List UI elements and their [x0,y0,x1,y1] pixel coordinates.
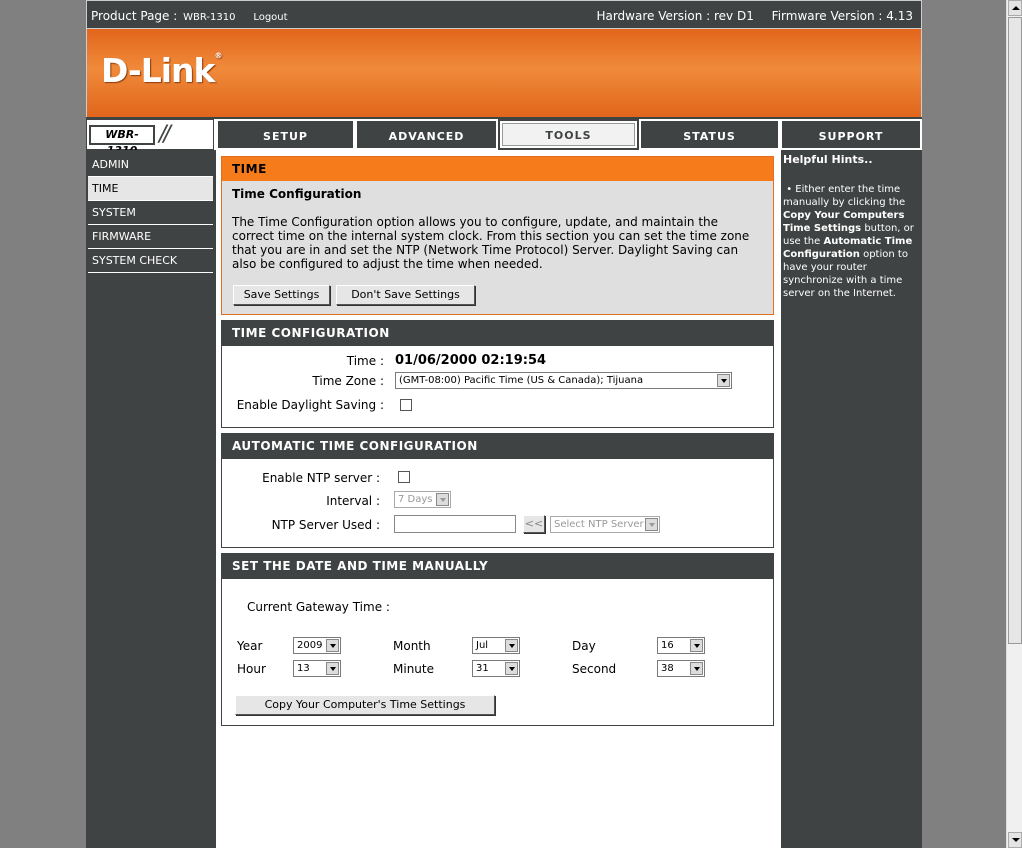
chevron-down-icon [690,662,703,675]
chevron-down-icon [717,374,730,387]
save-settings-button[interactable]: Save Settings [233,285,330,305]
gateway-time-label: Current Gateway Time : [247,600,390,614]
time-label: Time : [346,354,384,368]
chevron-down-icon [505,639,518,652]
daylight-saving-label: Enable Daylight Saving : [236,398,384,412]
menu-item-system-check[interactable]: SYSTEM CHECK [88,249,213,273]
automatic-time-configuration-section: AUTOMATIC TIME CONFIGURATION Enable NTP … [221,433,774,548]
auto-time-title: AUTOMATIC TIME CONFIGURATION [222,434,773,459]
chevron-down-icon [326,639,339,652]
chevron-down-icon [690,639,703,652]
product-model: WBR-1310 [183,12,236,23]
chevron-down-icon [645,518,658,531]
year-label: Year [237,639,263,653]
hints-text-1: Either enter the time manually by clicki… [783,184,906,208]
interval-label: Interval : [326,494,380,508]
main-nav: WBR-1310 // SETUP ADVANCED TOOLS STATUS … [86,119,922,157]
timezone-value: (GMT-08:00) Pacific Time (US & Canada); … [399,375,644,386]
bullet-icon: • [786,184,793,195]
model-name: WBR-1310 [89,125,155,157]
scroll-down-icon[interactable] [1008,832,1022,848]
month-label: Month [393,639,431,653]
slash-decoration-icon: // [159,122,171,147]
product-label: Product Page : [91,9,178,23]
day-select[interactable]: 16 [657,637,705,654]
year-select[interactable]: 2009 [293,637,341,654]
month-value: Jul [476,640,489,651]
brand-banner: D-Link® [86,29,922,117]
chevron-down-icon [326,662,339,675]
interval-select[interactable]: 7 Days [394,491,451,508]
add-ntp-server-button[interactable]: << [523,515,545,533]
logout-link[interactable]: Logout [253,12,287,23]
menu-item-firmware[interactable]: FIRMWARE [88,225,213,249]
dlink-logo: D-Link® [101,51,222,90]
enable-ntp-label: Enable NTP server : [262,471,380,485]
intro-subtitle: Time Configuration [232,187,362,201]
menu-item-system[interactable]: SYSTEM [88,201,213,225]
intro-title: TIME [222,157,773,181]
product-info: Product Page : WBR-1310 Logout [91,9,288,23]
intro-description: The Time Configuration option allows you… [232,215,750,271]
month-select[interactable]: Jul [472,637,520,654]
timezone-select[interactable]: (GMT-08:00) Pacific Time (US & Canada); … [395,372,732,389]
timezone-label: Time Zone : [312,374,384,388]
hour-label: Hour [237,662,266,676]
dont-save-settings-button[interactable]: Don't Save Settings [336,285,475,305]
tab-tools-label: TOOLS [502,123,635,146]
minute-select[interactable]: 31 [472,660,520,677]
interval-value: 7 Days [398,494,433,505]
tab-status[interactable]: STATUS [639,119,780,150]
router-page: Product Page : WBR-1310 Logout Hardware … [86,0,922,848]
chevron-down-icon [436,493,449,506]
copy-computer-time-button[interactable]: Copy Your Computer's Time Settings [235,695,495,715]
tab-setup[interactable]: SETUP [216,119,355,150]
tab-advanced[interactable]: ADVANCED [355,119,498,150]
select-ntp-server-dropdown[interactable]: Select NTP Server [550,516,660,533]
time-configuration-section: TIME CONFIGURATION Time : 01/06/2000 02:… [221,320,774,428]
menu-item-time[interactable]: TIME [88,177,213,201]
tab-support[interactable]: SUPPORT [780,119,922,150]
firmware-version: Firmware Version : 4.13 [771,9,913,23]
day-label: Day [572,639,596,653]
daylight-saving-checkbox[interactable] [400,399,412,411]
manual-date-time-section: SET THE DATE AND TIME MANUALLY Current G… [221,553,774,726]
left-menu: ADMIN TIME SYSTEM FIRMWARE SYSTEM CHECK [86,150,216,848]
top-bar: Product Page : WBR-1310 Logout Hardware … [86,0,922,29]
vertical-scrollbar[interactable] [1006,0,1022,848]
hour-select[interactable]: 13 [293,660,341,677]
helpful-hints-panel: Helpful Hints.. • Either enter the time … [781,150,922,848]
second-select[interactable]: 38 [657,660,705,677]
enable-ntp-checkbox[interactable] [398,471,410,483]
registered-mark: ® [214,51,222,60]
hour-value: 13 [297,663,310,674]
minute-label: Minute [393,662,434,676]
hardware-version: Hardware Version : rev D1 [596,9,754,23]
chevron-down-icon [505,662,518,675]
time-intro-box: TIME Time Configuration The Time Configu… [221,156,774,315]
ntp-server-input[interactable] [394,515,516,533]
select-ntp-value: Select NTP Server [554,519,644,530]
tab-tools[interactable]: TOOLS [498,119,639,150]
logo-text: D-Link [101,51,215,90]
minute-value: 31 [476,663,489,674]
scrollbar-thumb[interactable] [1008,17,1022,644]
time-config-title: TIME CONFIGURATION [222,321,773,346]
model-badge: WBR-1310 // [86,119,214,157]
hints-body: • Either enter the time manually by clic… [781,169,922,300]
time-value: 01/06/2000 02:19:54 [395,353,547,368]
second-label: Second [572,662,617,676]
menu-item-admin[interactable]: ADMIN [88,153,213,177]
ntp-server-label: NTP Server Used : [271,518,380,532]
hints-title: Helpful Hints.. [783,153,873,166]
version-info: Hardware Version : rev D1 Firmware Versi… [582,9,913,23]
year-value: 2009 [297,640,323,651]
scroll-up-icon[interactable] [1008,0,1022,16]
day-value: 16 [661,640,674,651]
second-value: 38 [661,663,674,674]
main-content: TIME Time Configuration The Time Configu… [216,150,781,848]
manual-time-title: SET THE DATE AND TIME MANUALLY [222,554,773,579]
